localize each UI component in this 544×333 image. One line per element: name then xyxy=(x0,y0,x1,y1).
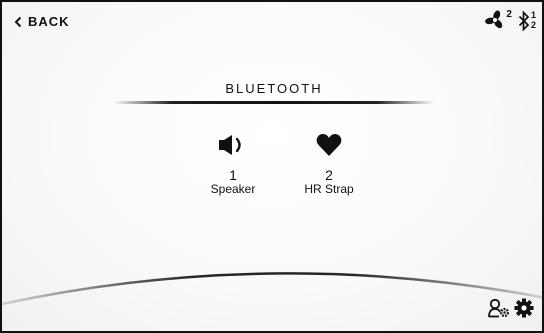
back-button[interactable]: BACK xyxy=(14,14,70,29)
speaker-count: 1 xyxy=(229,167,237,183)
user-settings-icon[interactable] xyxy=(488,298,510,323)
chevron-left-icon xyxy=(14,16,22,28)
heart-icon xyxy=(316,130,342,160)
device-hr-strap[interactable]: 2 HR Strap xyxy=(289,130,369,196)
fan-count: 2 xyxy=(506,9,512,20)
gear-icon[interactable] xyxy=(514,298,534,323)
bluetooth-count-bottom: 2 xyxy=(530,20,536,30)
decorative-arc xyxy=(2,272,542,306)
page-title: BLUETOOTH xyxy=(225,81,323,96)
speaker-label: Speaker xyxy=(210,182,256,196)
speaker-icon xyxy=(218,130,248,160)
bluetooth-icon xyxy=(518,10,530,37)
bottom-icons xyxy=(488,298,534,323)
bluetooth-status[interactable]: 1 2 xyxy=(518,10,536,37)
hr-strap-label: HR Strap xyxy=(304,182,354,196)
fan-status[interactable]: 2 xyxy=(485,9,512,35)
title-divider xyxy=(114,101,434,104)
hr-strap-count: 2 xyxy=(325,167,333,183)
bluetooth-count-top: 1 xyxy=(530,10,536,20)
bluetooth-screen: BACK 2 1 2 BLUETOOTH 1 Speaker 2 HR Stra… xyxy=(0,0,544,333)
back-label: BACK xyxy=(28,14,70,29)
fan-icon xyxy=(485,10,505,35)
status-icons: 2 1 2 xyxy=(485,9,536,37)
device-speaker[interactable]: 1 Speaker xyxy=(193,130,273,196)
